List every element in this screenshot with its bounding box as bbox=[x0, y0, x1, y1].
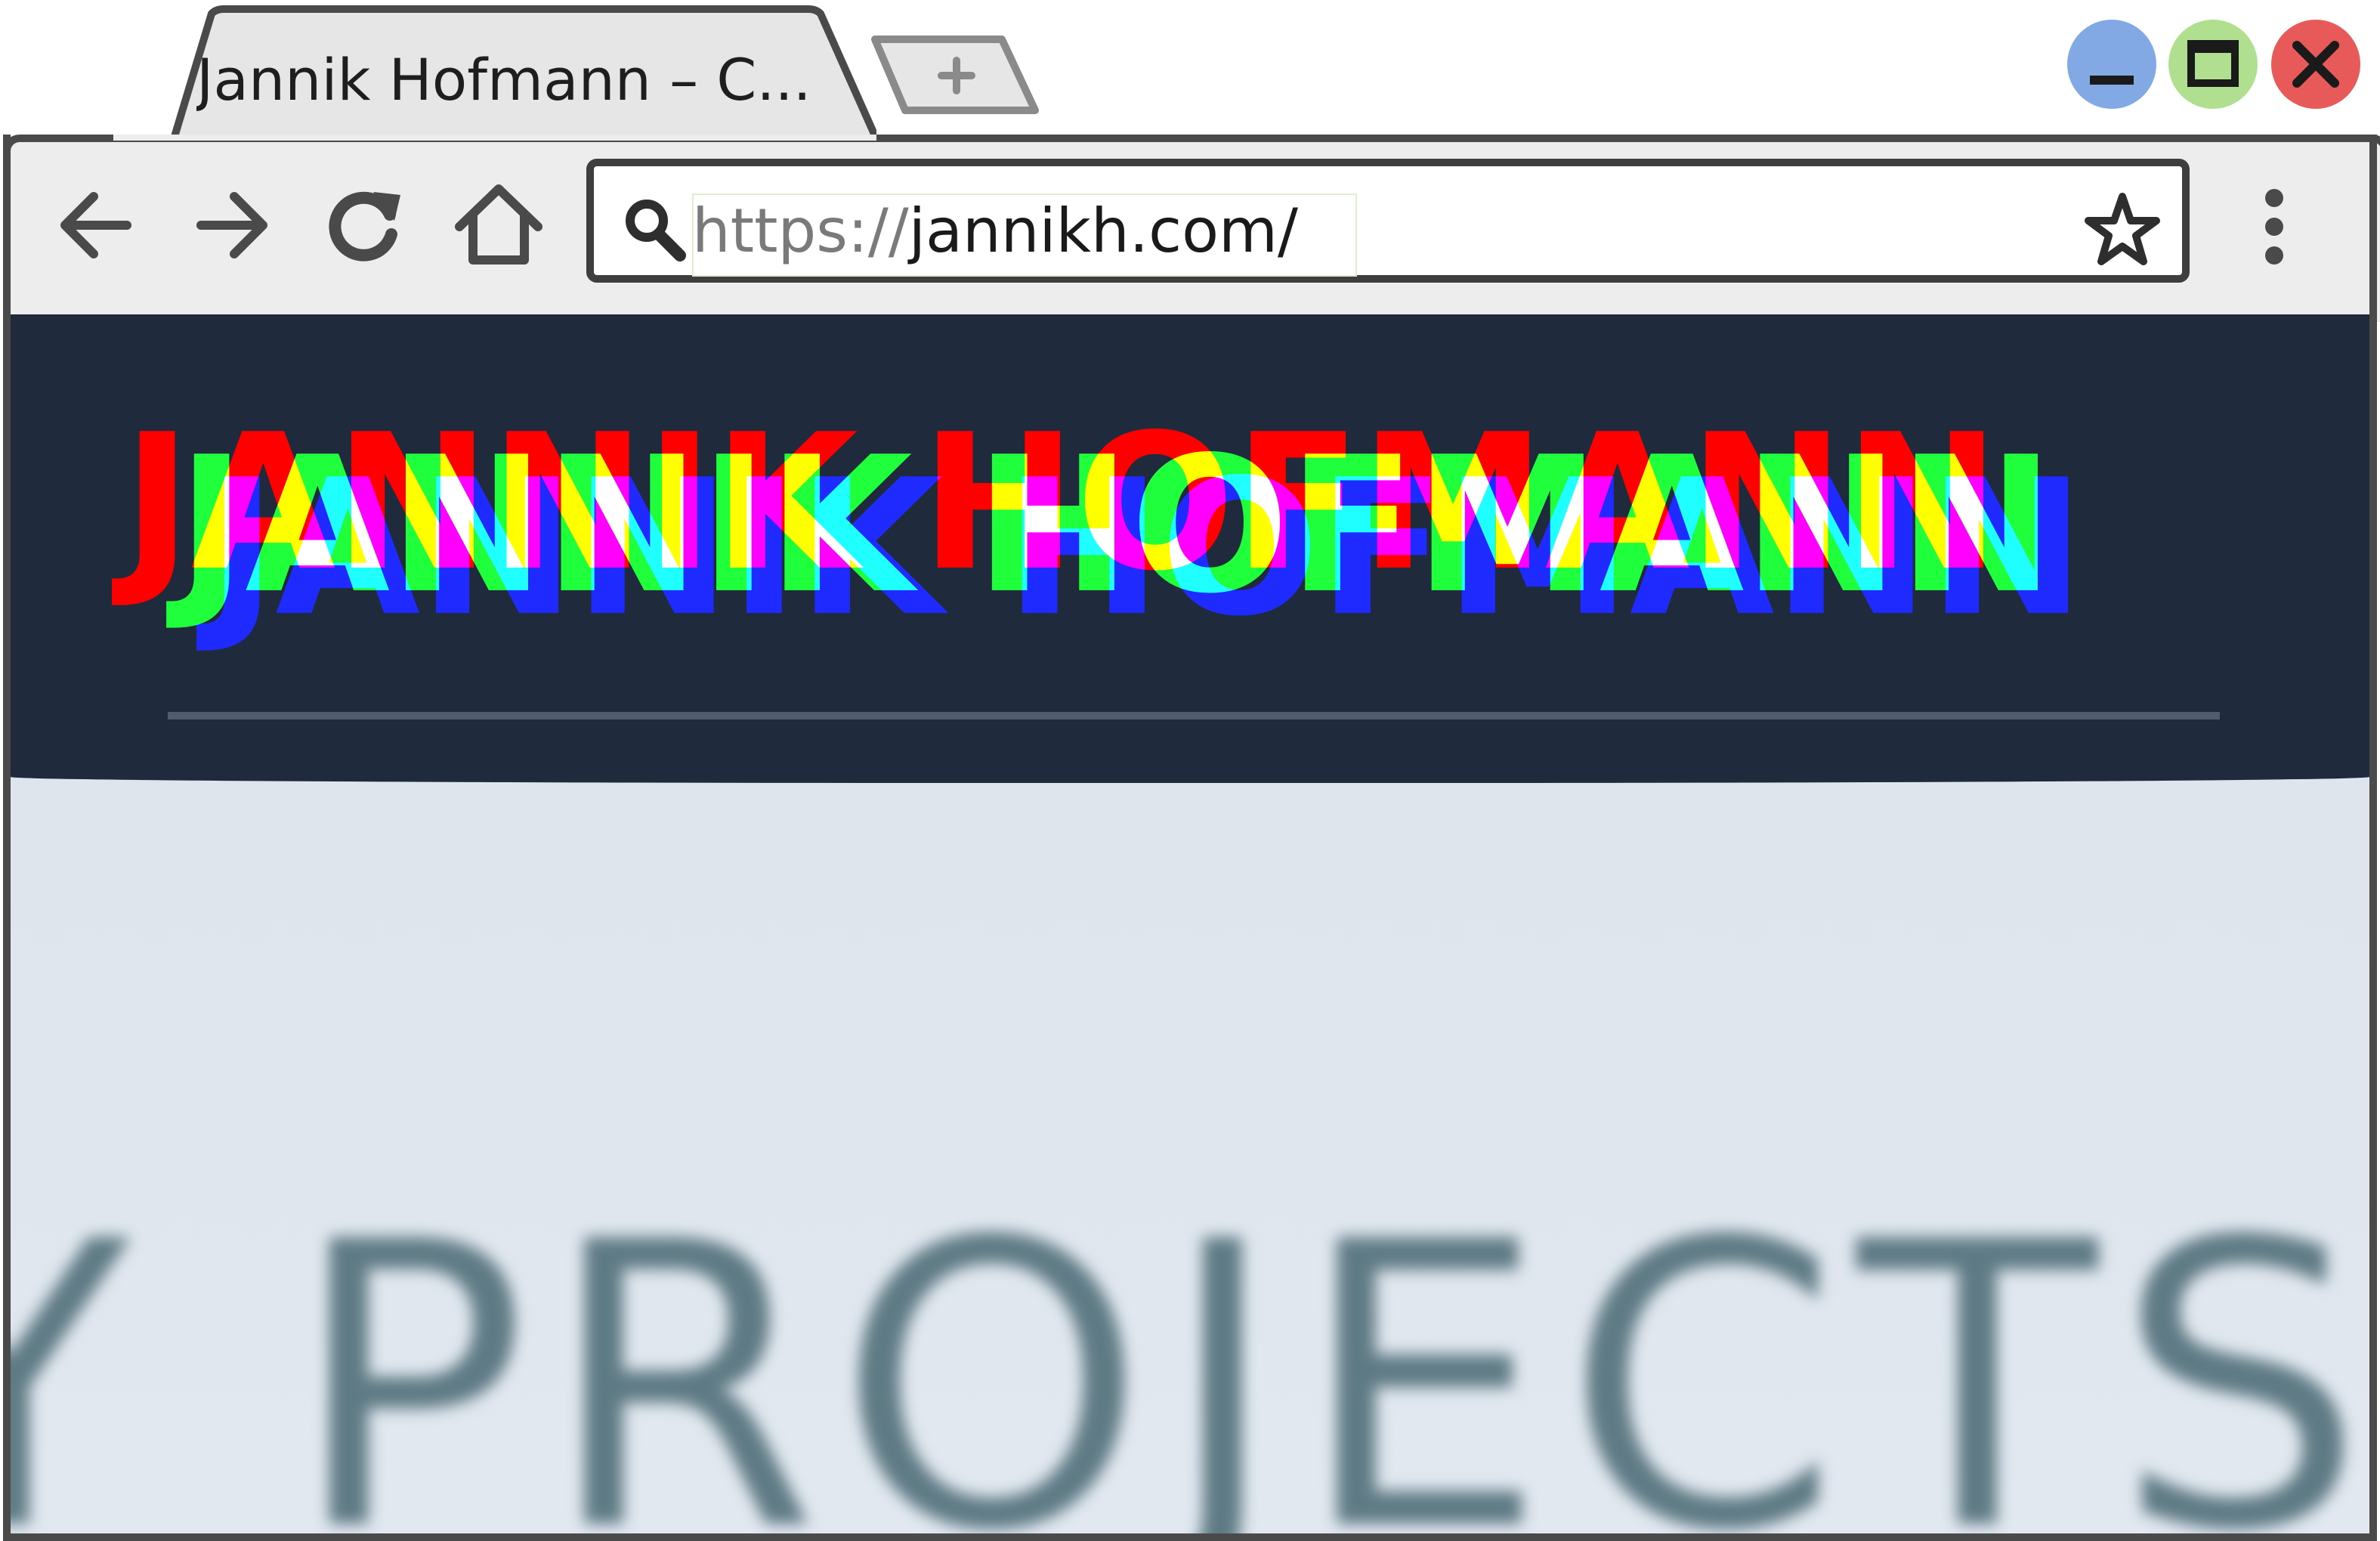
minimize-icon bbox=[2090, 76, 2134, 85]
site-title[interactable]: JANNIK HOFMANN JANNIK HOFMANN JANNIK HOF… bbox=[122, 405, 2247, 647]
site-title-green-layer: JANNIK HOFMANN bbox=[177, 417, 2055, 635]
back-button[interactable] bbox=[51, 174, 142, 272]
forward-button[interactable] bbox=[187, 174, 278, 272]
browser-menu-button[interactable] bbox=[2252, 174, 2297, 280]
arrow-right-icon bbox=[196, 192, 267, 258]
search-icon bbox=[626, 200, 686, 261]
site-header: JANNIK HOFMANN JANNIK HOFMANN JANNIK HOF… bbox=[11, 314, 2369, 783]
arrow-left-icon bbox=[60, 192, 131, 258]
new-tab-button[interactable] bbox=[867, 29, 1049, 119]
maximize-button[interactable] bbox=[2168, 20, 2258, 109]
home-icon bbox=[455, 184, 542, 265]
kebab-menu-icon bbox=[2265, 189, 2283, 265]
close-icon bbox=[2292, 41, 2339, 88]
browser-window: Jannik Hofmann – C... https://jannikh.co… bbox=[0, 0, 2380, 1541]
url-scheme: https:// bbox=[692, 196, 909, 266]
reload-icon bbox=[329, 191, 400, 261]
tab-title: Jannik Hofmann – C... bbox=[196, 46, 811, 113]
maximize-icon bbox=[2187, 40, 2239, 87]
address-url[interactable]: https://jannikh.com/ bbox=[692, 193, 1298, 277]
home-button[interactable] bbox=[452, 174, 542, 272]
star-icon[interactable] bbox=[2081, 189, 2164, 272]
web-page: Y PROJECTS JANNIK HOFMANN JANNIK HOFMANN… bbox=[11, 314, 2369, 1541]
header-divider bbox=[168, 712, 2220, 719]
active-tab[interactable]: Jannik Hofmann – C... bbox=[113, 5, 876, 141]
reload-button[interactable] bbox=[320, 174, 411, 272]
close-button[interactable] bbox=[2271, 20, 2360, 109]
minimize-button[interactable] bbox=[2067, 20, 2156, 109]
url-host: jannikh.com/ bbox=[908, 196, 1298, 266]
section-heading: Y PROJECTS bbox=[11, 1159, 2369, 1541]
plus-icon bbox=[871, 36, 1039, 114]
address-bar[interactable]: https://jannikh.com/ bbox=[586, 159, 2190, 283]
